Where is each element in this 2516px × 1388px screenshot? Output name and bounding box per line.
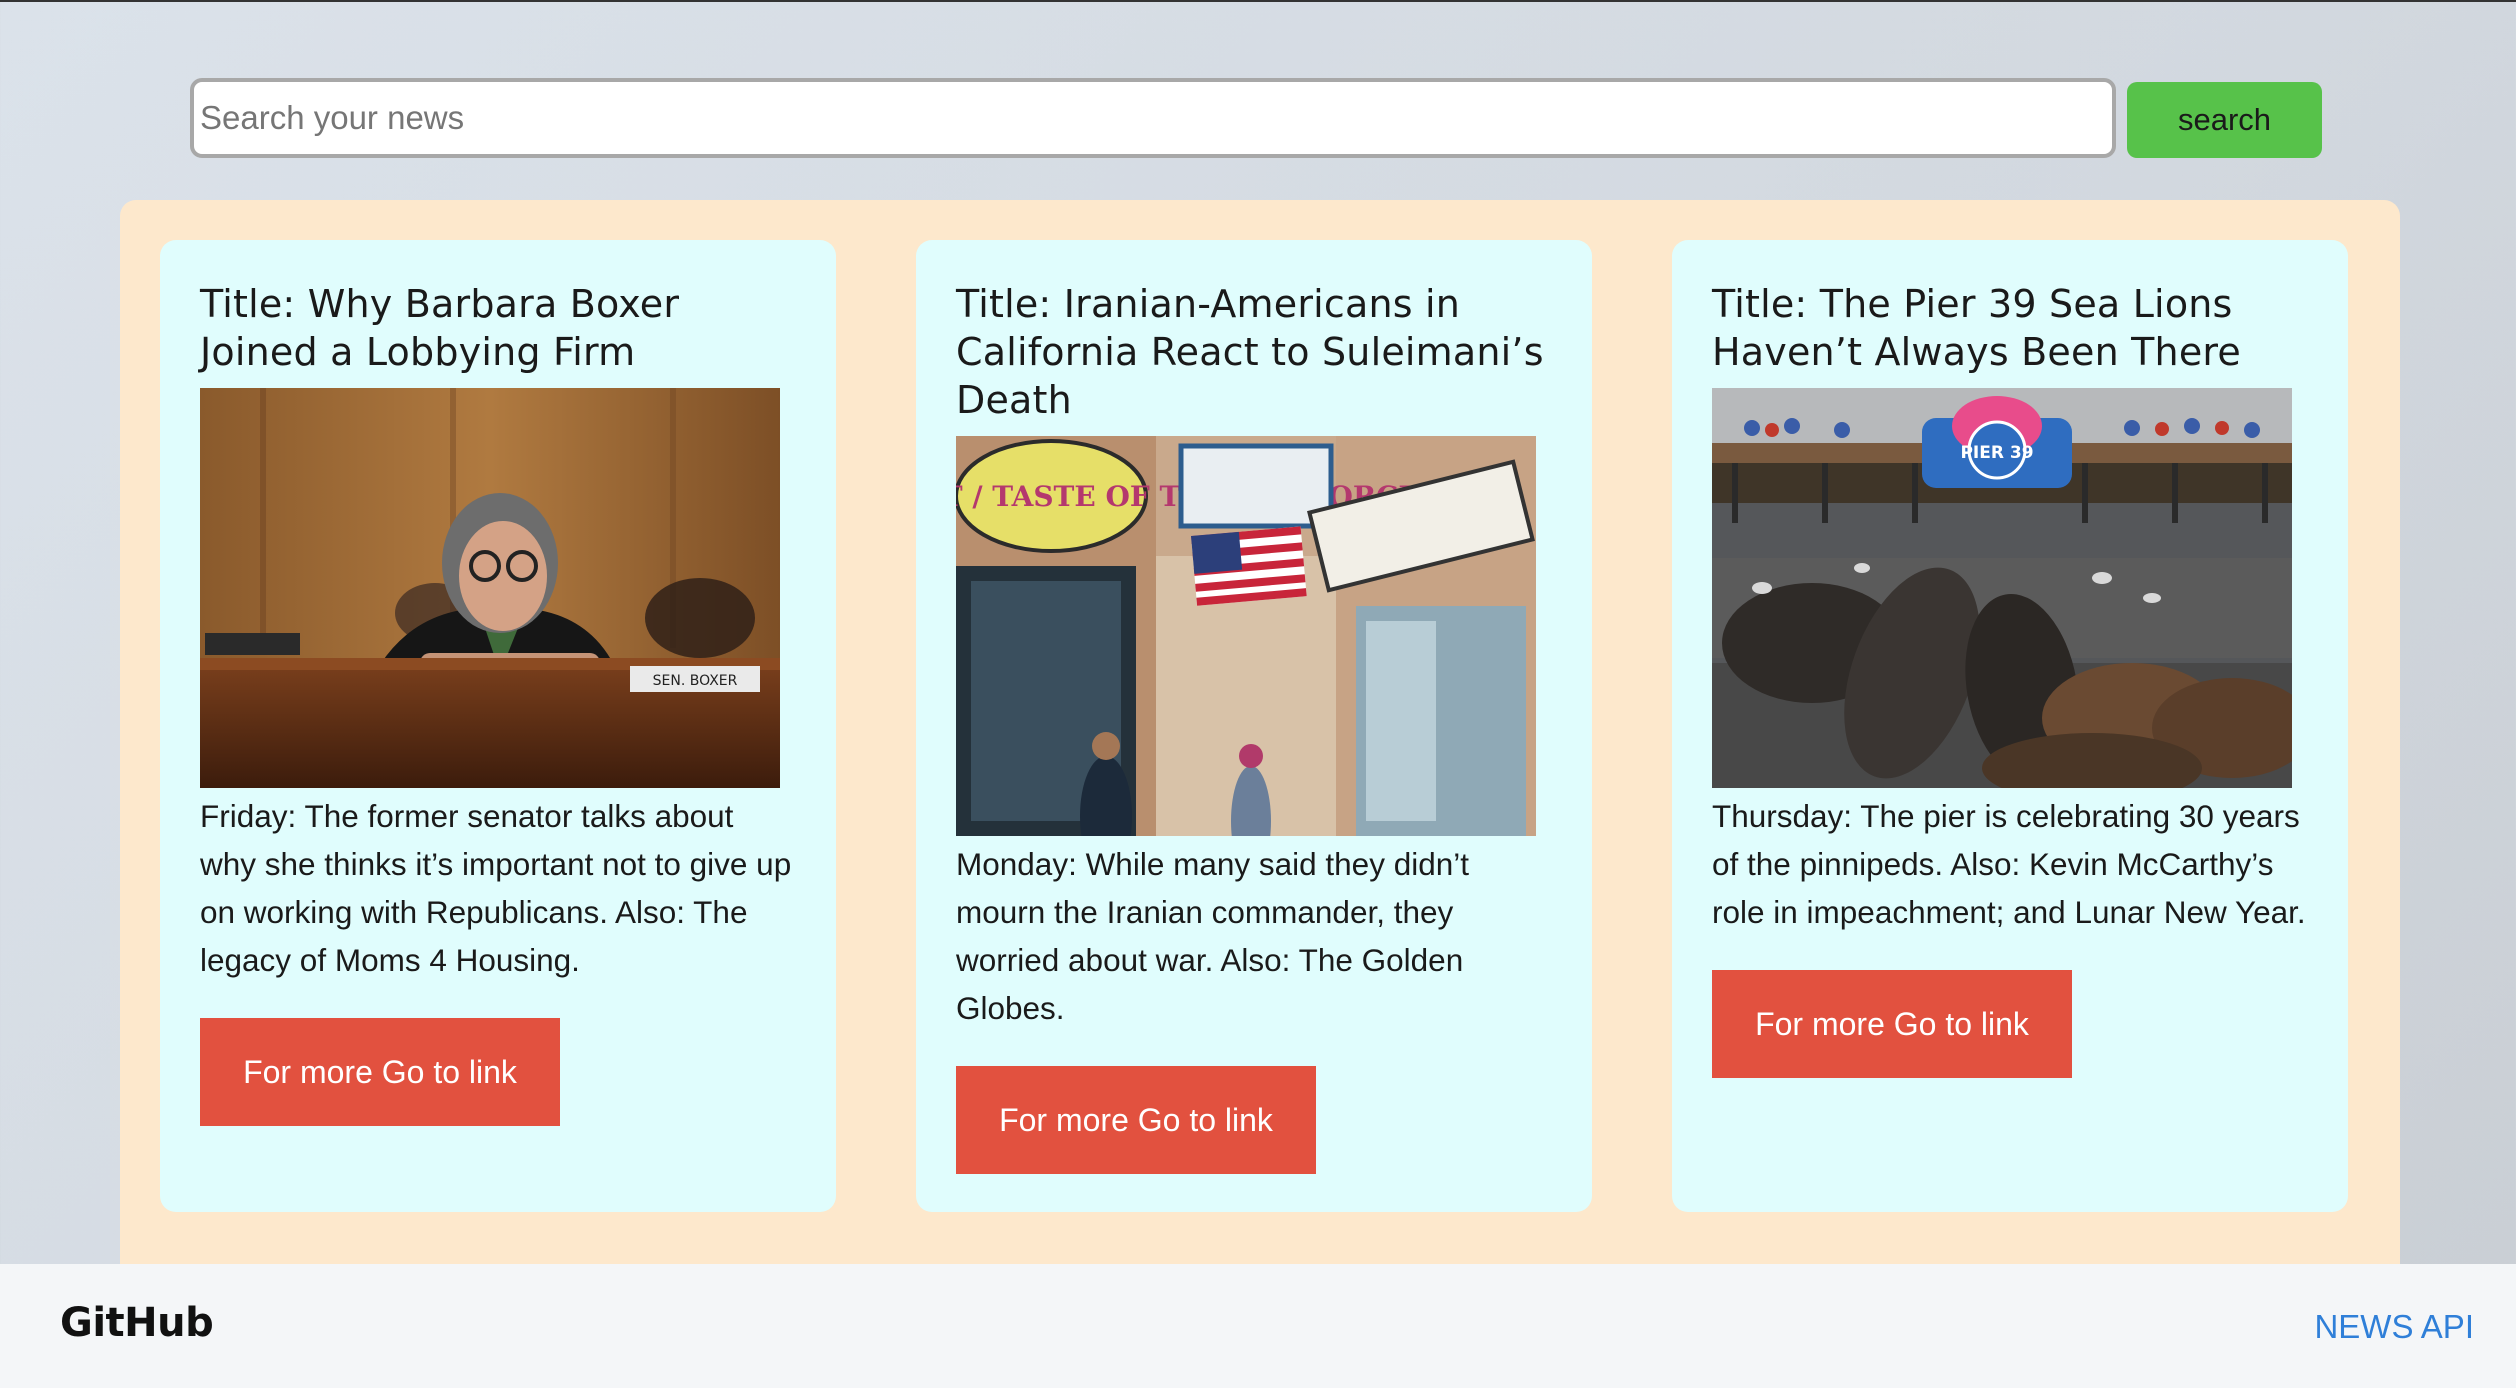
article-title: Title: Iranian-Americans in California R… [956,282,1544,422]
article-title: Title: The Pier 39 Sea Lions Haven’t Alw… [1712,282,2241,374]
nameplate-text: SEN. BOXER [653,673,738,689]
article-description: Thursday: The pier is celebrating 30 yea… [1712,798,2306,930]
search-bar: search [190,78,2322,158]
github-logo[interactable]: GitHub [60,1300,214,1346]
article-image: PIER 39 [1712,388,2292,788]
article-link-button[interactable]: For more Go to link [1712,970,2072,1078]
article-link-button[interactable]: For more Go to link [200,1018,560,1126]
news-list: Title: Why Barbara Boxer Joined a Lobbyi… [120,200,2400,1270]
article-image: WESTWOOD COURT / TASTE OF TEHRAN / ORCHI… [956,436,1536,836]
pier-sign-text: PIER 39 [1960,443,2033,463]
news-card: Title: Iranian-Americans in California R… [916,240,1592,1212]
article-description: Monday: While many said they didn’t mour… [956,846,1469,1026]
article-description: Friday: The former senator talks about w… [200,798,792,978]
article-image: SEN. BOXER [200,388,780,788]
news-card: Title: Why Barbara Boxer Joined a Lobbyi… [160,240,836,1212]
article-link-button[interactable]: For more Go to link [956,1066,1316,1174]
article-title: Title: Why Barbara Boxer Joined a Lobbyi… [200,282,680,374]
footer: GitHub NEWS API [0,1264,2516,1388]
news-api-link[interactable]: NEWS API [2314,1308,2474,1346]
news-card: Title: The Pier 39 Sea Lions Haven’t Alw… [1672,240,2348,1212]
search-input[interactable] [190,78,2116,158]
search-button[interactable]: search [2127,82,2322,158]
